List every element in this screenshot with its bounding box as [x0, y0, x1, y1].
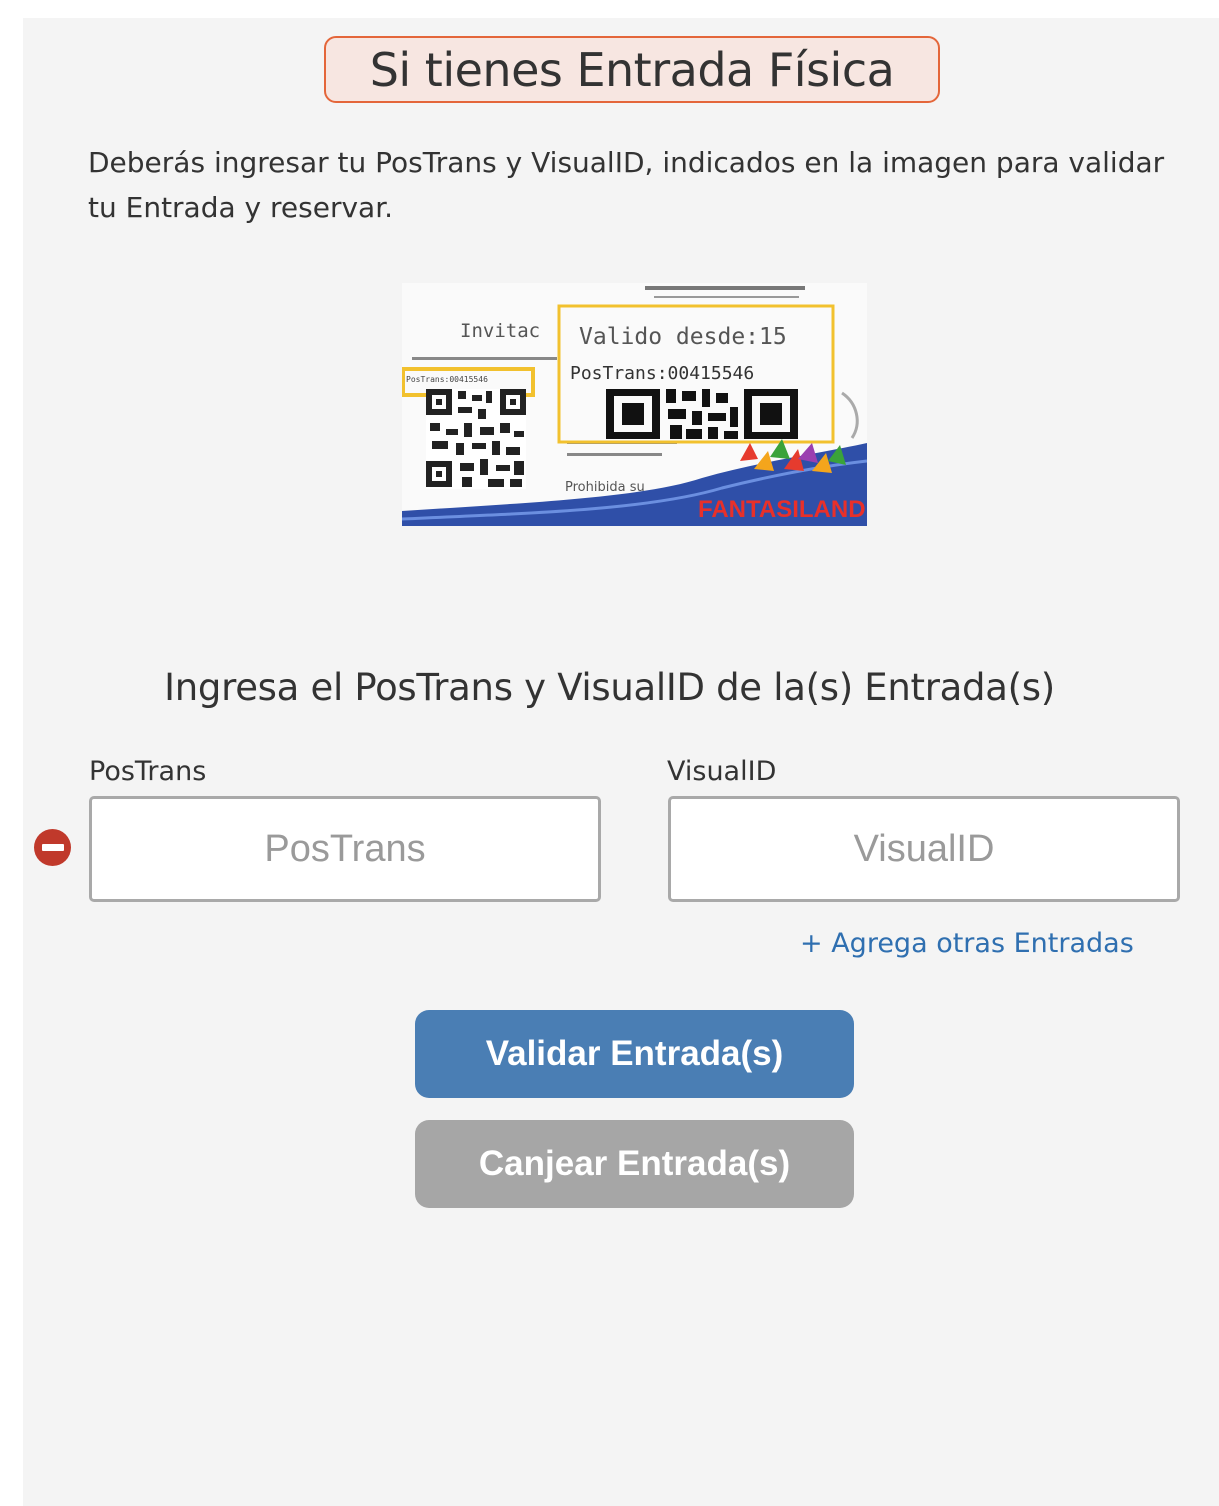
instructions-text: Deberás ingresar tu PosTrans y VisualID,… [88, 146, 1165, 224]
page-title: Si tienes Entrada Física [324, 36, 940, 103]
ticket-invitation-text: Invitac [460, 320, 540, 342]
ticket-postrans-text: PosTrans:00415546 [570, 363, 754, 384]
visualid-label: VisualID [667, 756, 777, 787]
add-tickets-link[interactable]: + Agrega otras Entradas [800, 928, 1134, 959]
ticket-example-image: Invitac PosTrans:00415546 Prohibida su V… [402, 283, 867, 526]
validate-tickets-button[interactable]: Validar Entrada(s) [415, 1010, 854, 1098]
postrans-label: PosTrans [89, 756, 207, 787]
postrans-input[interactable] [89, 796, 601, 902]
ticket-valid-from: Valido desde:15 [579, 324, 787, 350]
ticket-qr-large [606, 389, 798, 439]
form-subtitle: Ingresa el PosTrans y VisualID de la(s) … [164, 666, 1055, 709]
visualid-input[interactable] [668, 796, 1180, 902]
ticket-brand-logo: FANTASILANDIA [698, 496, 867, 523]
minus-circle-icon[interactable] [34, 829, 71, 866]
ticket-small-postrans: PosTrans:00415546 [406, 375, 488, 384]
ticket-qr-small [426, 389, 526, 489]
redeem-tickets-button[interactable]: Canjear Entrada(s) [415, 1120, 854, 1208]
